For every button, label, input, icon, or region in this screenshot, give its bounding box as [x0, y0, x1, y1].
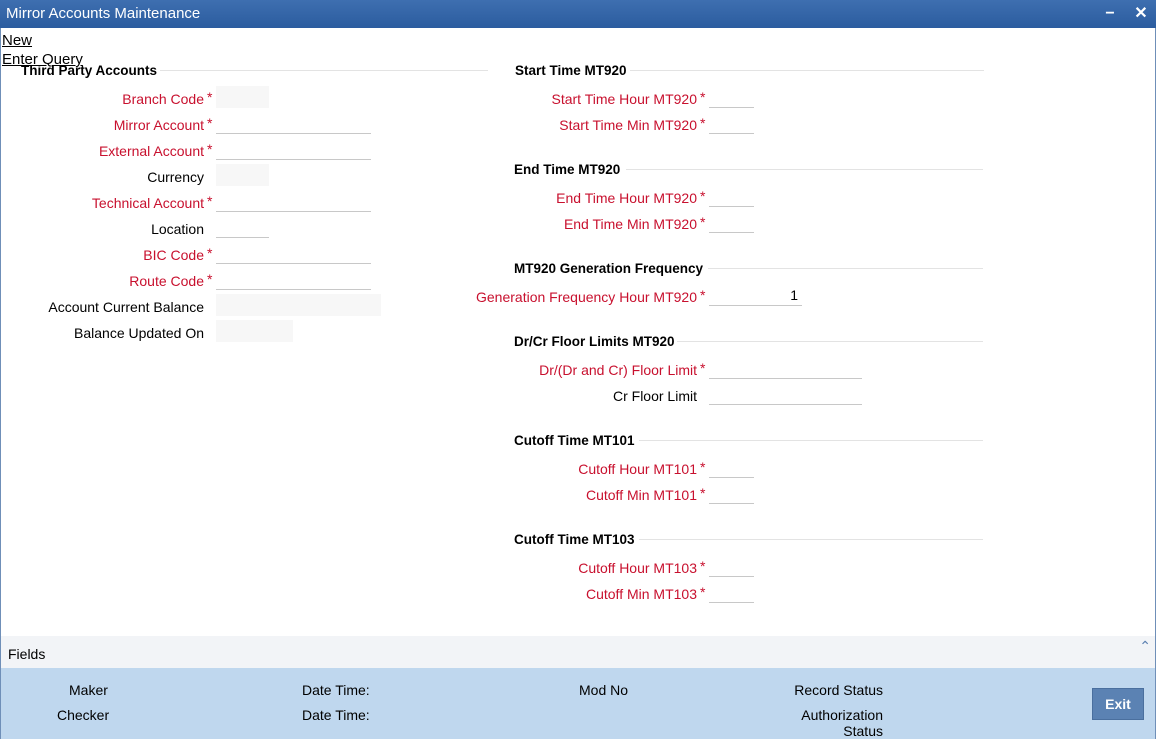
cr-floor-limit-field[interactable] — [709, 383, 862, 405]
fields-bar[interactable]: Fields ⌃ — [1, 636, 1155, 668]
section-divider — [639, 539, 983, 540]
section-divider — [677, 341, 983, 342]
window-title-bar: Mirror Accounts Maintenance − ✕ — [0, 0, 1156, 28]
required-marker: * — [700, 485, 706, 501]
required-marker: * — [700, 188, 706, 204]
window-title: Mirror Accounts Maintenance — [6, 5, 201, 22]
maker-date-time-label: Date Time: — [302, 682, 370, 698]
section-divider — [630, 70, 984, 71]
account-current-balance-label: Account Current Balance — [48, 299, 204, 315]
cutoff-min-mt103-label: Cutoff Min MT103 — [585, 586, 697, 602]
chevron-up-icon[interactable]: ⌃ — [1139, 638, 1151, 655]
exit-button[interactable]: Exit — [1092, 688, 1144, 720]
account-current-balance-field[interactable] — [216, 294, 381, 316]
required-marker: * — [700, 584, 706, 600]
record-status-label: Record Status — [794, 682, 883, 698]
section-title-generation-frequency: MT920 Generation Frequency — [514, 261, 704, 276]
section-divider — [639, 440, 983, 441]
required-marker: * — [700, 214, 706, 230]
maker-label: Maker — [69, 682, 108, 698]
route-code-field[interactable] — [216, 268, 371, 290]
start-time-hour-field[interactable] — [709, 86, 754, 108]
mirror-account-field[interactable] — [216, 112, 371, 134]
route-code-label: Route Code — [129, 273, 204, 289]
section-title-cutoff-103: Cutoff Time MT103 — [514, 532, 635, 547]
generation-frequency-hour-field[interactable] — [709, 284, 802, 306]
section-title-start-time: Start Time MT920 — [515, 63, 627, 78]
fields-label: Fields — [8, 646, 46, 662]
section-divider — [626, 169, 983, 170]
branch-code-label: Branch Code — [122, 91, 204, 107]
section-divider — [708, 268, 983, 269]
end-time-min-field[interactable] — [709, 211, 754, 233]
cutoff-hour-mt103-field[interactable] — [709, 555, 754, 577]
balance-updated-on-label: Balance Updated On — [74, 325, 204, 341]
branch-code-field[interactable] — [216, 86, 269, 108]
section-title-cutoff-101: Cutoff Time MT101 — [514, 433, 635, 448]
checker-date-time-label: Date Time: — [302, 707, 370, 723]
generation-frequency-hour-label: Generation Frequency Hour MT920 — [476, 289, 697, 305]
required-marker: * — [700, 115, 706, 131]
location-label: Location — [151, 221, 204, 237]
cutoff-hour-mt101-field[interactable] — [709, 456, 754, 478]
minimize-icon[interactable]: − — [1100, 4, 1120, 24]
required-marker: * — [207, 193, 213, 209]
mod-no-label: Mod No — [579, 682, 629, 698]
external-account-label: External Account — [98, 143, 204, 159]
section-title-third-party: Third Party Accounts — [21, 63, 158, 78]
dr-floor-limit-label: Dr/(Dr and Cr) Floor Limit — [539, 362, 697, 378]
required-marker: * — [207, 245, 213, 261]
end-time-hour-field[interactable] — [709, 185, 754, 207]
currency-label: Currency — [147, 169, 204, 185]
technical-account-field[interactable] — [216, 190, 371, 212]
start-time-min-label: Start Time Min MT920 — [559, 117, 697, 133]
authorization-status-label: Authorization Status — [801, 707, 883, 739]
end-time-hour-label: End Time Hour MT920 — [556, 190, 697, 206]
cutoff-hour-mt101-label: Cutoff Hour MT101 — [578, 461, 697, 477]
close-icon[interactable]: ✕ — [1131, 4, 1151, 24]
required-marker: * — [700, 459, 706, 475]
audit-footer — [1, 668, 1155, 739]
required-marker: * — [700, 360, 706, 376]
new-link[interactable]: New — [2, 32, 32, 49]
required-marker: * — [700, 89, 706, 105]
required-marker: * — [207, 89, 213, 105]
dr-floor-limit-field[interactable] — [709, 357, 862, 379]
section-divider — [160, 70, 488, 71]
checker-label: Checker — [57, 707, 110, 723]
required-marker: * — [700, 558, 706, 574]
external-account-field[interactable] — [216, 138, 371, 160]
cr-floor-limit-label: Cr Floor Limit — [612, 388, 697, 404]
balance-updated-on-field[interactable] — [216, 320, 293, 342]
bic-code-field[interactable] — [216, 242, 371, 264]
cutoff-min-mt103-field[interactable] — [709, 581, 754, 603]
window-frame — [0, 28, 1156, 739]
start-time-min-field[interactable] — [709, 112, 754, 134]
required-marker: * — [207, 115, 213, 131]
start-time-hour-label: Start Time Hour MT920 — [551, 91, 698, 107]
cutoff-min-mt101-label: Cutoff Min MT101 — [585, 487, 697, 503]
required-marker: * — [207, 271, 213, 287]
mirror-account-label: Mirror Account — [113, 117, 204, 133]
required-marker: * — [207, 141, 213, 157]
technical-account-label: Technical Account — [91, 195, 204, 211]
location-field[interactable] — [216, 216, 269, 238]
section-title-end-time: End Time MT920 — [514, 162, 621, 177]
cutoff-min-mt101-field[interactable] — [709, 482, 754, 504]
cutoff-hour-mt103-label: Cutoff Hour MT103 — [578, 560, 697, 576]
required-marker: * — [700, 287, 706, 303]
end-time-min-label: End Time Min MT920 — [563, 216, 697, 232]
section-title-floor-limits: Dr/Cr Floor Limits MT920 — [514, 334, 675, 349]
currency-field[interactable] — [216, 164, 269, 186]
bic-code-label: BIC Code — [143, 247, 204, 263]
